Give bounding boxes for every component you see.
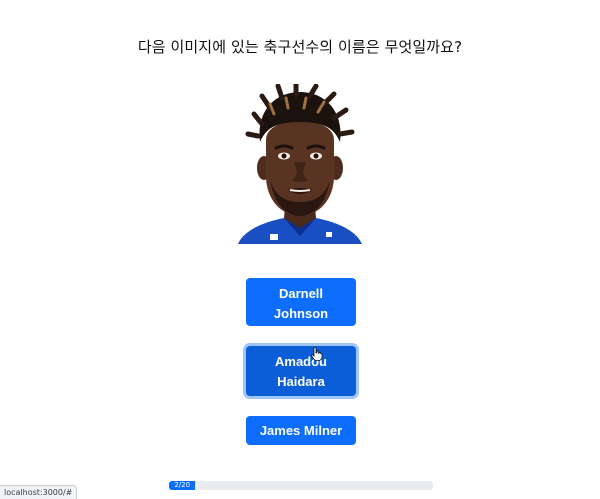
quiz-progress-bar: 2/20 xyxy=(169,481,433,490)
answer-button-3[interactable]: James Milner xyxy=(246,416,356,445)
progress-bar-fill: 2/20 xyxy=(169,481,196,490)
answer-button-1[interactable]: Darnell Johnson xyxy=(246,278,356,326)
hand-pointer-cursor-icon xyxy=(311,346,323,361)
player-portrait-image xyxy=(230,81,370,244)
quiz-page: 다음 이미지에 있는 축구선수의 이름은 무엇일까요? Darnell John… xyxy=(0,0,600,499)
browser-status-url: localhost:3000/# xyxy=(0,485,78,499)
answer-button-2[interactable]: Amadou Haidara xyxy=(246,346,356,396)
question-text: 다음 이미지에 있는 축구선수의 이름은 무엇일까요? xyxy=(137,38,463,56)
